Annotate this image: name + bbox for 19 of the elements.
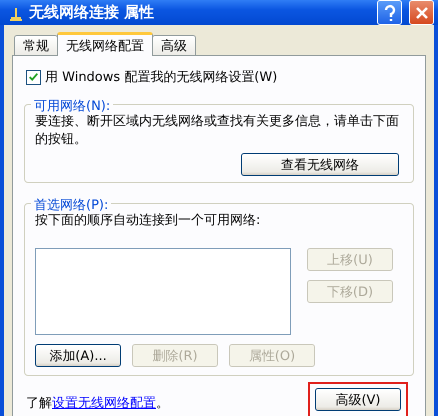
view-networks-button[interactable]: 查看无线网络 bbox=[241, 153, 399, 176]
learn-more-text: 了解设置无线网络配置。 bbox=[26, 394, 169, 412]
window-title: 无线网络连接 属性 bbox=[29, 3, 156, 22]
description-text: 要连接、断开区域内无线网络或查找有关更多信息，请单击下面的按钮。 bbox=[35, 113, 400, 149]
tab[interactable]: 无线网络配置 bbox=[57, 32, 153, 56]
group-title: 首选网络(P): bbox=[31, 196, 112, 214]
advanced-button[interactable]: 高级(V) bbox=[315, 388, 401, 411]
help-button[interactable] bbox=[377, 0, 402, 25]
add-button[interactable]: 添加(A)... bbox=[35, 344, 121, 367]
network-list[interactable] bbox=[35, 248, 291, 335]
tab[interactable]: 高级 bbox=[152, 35, 196, 55]
close-button[interactable] bbox=[409, 0, 434, 25]
settings-link[interactable]: 设置无线网络配置 bbox=[52, 396, 156, 410]
checkbox[interactable] bbox=[26, 70, 41, 84]
checkmark-icon bbox=[28, 72, 39, 82]
group-title: 可用网络(N): bbox=[31, 97, 114, 115]
description-text: 按下面的顺序自动连接到一个可用网络: bbox=[35, 212, 262, 230]
tab[interactable]: 常规 bbox=[14, 35, 58, 55]
checkbox-label[interactable]: 用 Windows 配置我的无线网络设置(W) bbox=[45, 68, 278, 86]
